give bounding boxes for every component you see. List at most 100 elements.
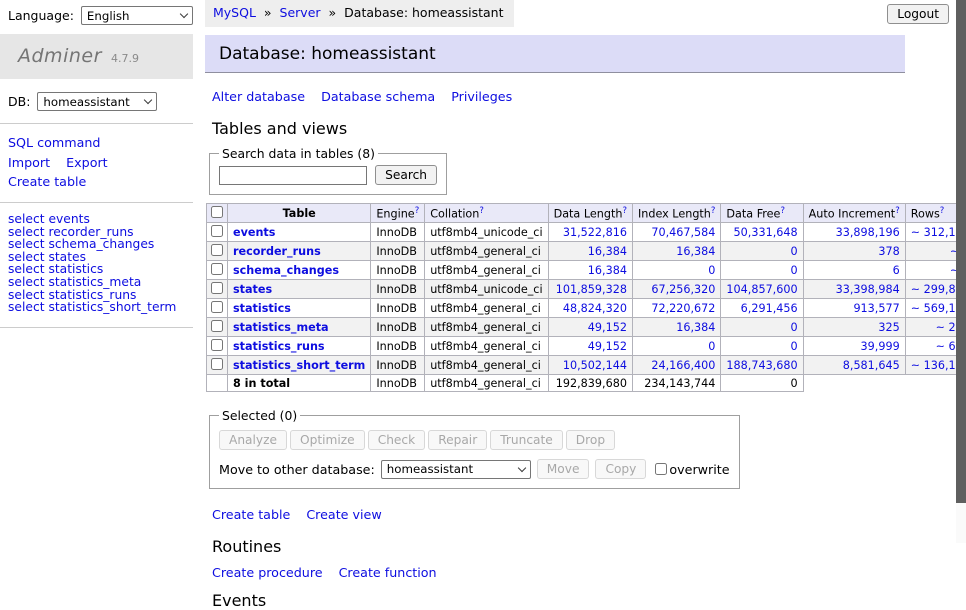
- row-checkbox-cell: [207, 280, 228, 299]
- link-create-procedure[interactable]: Create procedure: [212, 565, 323, 580]
- select-all-checkbox[interactable]: [211, 206, 223, 218]
- check-button[interactable]: Check: [368, 430, 426, 450]
- sidebar-link-select-statistics-meta[interactable]: select statistics_meta: [8, 276, 185, 289]
- data-length-link[interactable]: 101,859,328: [556, 283, 627, 296]
- totals-label-cell: 8 in total: [228, 375, 371, 392]
- column-hint-link[interactable]: ?: [622, 206, 627, 216]
- data-free-link[interactable]: 0: [790, 321, 797, 334]
- overwrite-checkbox[interactable]: [655, 463, 667, 475]
- data-free-link[interactable]: 104,857,600: [726, 283, 797, 296]
- truncate-button[interactable]: Truncate: [490, 430, 563, 450]
- breadcrumb-link-server[interactable]: Server: [280, 5, 321, 20]
- search-button[interactable]: Search: [375, 165, 437, 185]
- table-link-statistics[interactable]: statistics: [233, 302, 291, 315]
- row-checkbox[interactable]: [211, 225, 223, 237]
- table-link-statistics-runs[interactable]: statistics_runs: [233, 340, 325, 353]
- db-select[interactable]: homeassistant: [37, 92, 157, 111]
- table-link-states[interactable]: states: [233, 283, 272, 296]
- auto-increment-link[interactable]: 325: [878, 321, 899, 334]
- row-checkbox[interactable]: [211, 244, 223, 256]
- app-name: Adminer: [18, 45, 102, 67]
- column-hint-link[interactable]: ?: [479, 206, 484, 216]
- data-free-link[interactable]: 0: [790, 245, 797, 258]
- data-length-link[interactable]: 49,152: [588, 321, 627, 334]
- data-length-cell: 16,384: [548, 261, 632, 280]
- auto-increment-link[interactable]: 33,898,196: [836, 226, 900, 239]
- table-link-statistics-short-term[interactable]: statistics_short_term: [233, 359, 365, 372]
- auto-increment-link[interactable]: 39,999: [861, 340, 900, 353]
- analyze-button[interactable]: Analyze: [219, 430, 287, 450]
- row-checkbox[interactable]: [211, 263, 223, 275]
- sidebar-link-select-statistics-short-term[interactable]: select statistics_short_term: [8, 301, 185, 314]
- row-checkbox[interactable]: [211, 339, 223, 351]
- sidebar-action-import[interactable]: Import: [8, 153, 50, 173]
- auto-increment-link[interactable]: 8,581,645: [843, 359, 900, 372]
- sidebar-action-sql-command[interactable]: SQL command: [8, 133, 100, 153]
- column-hint-link[interactable]: ?: [780, 206, 785, 216]
- index-length-link[interactable]: 67,256,320: [651, 283, 715, 296]
- column-hint-link[interactable]: ?: [940, 206, 945, 216]
- data-free-link[interactable]: 0: [790, 264, 797, 277]
- sidebar-link-select-events[interactable]: select events: [8, 213, 185, 226]
- column-hint-link[interactable]: ?: [415, 206, 420, 216]
- search-input[interactable]: [219, 166, 367, 185]
- tables-overview-table: TableEngine?Collation?Data Length?Index …: [206, 203, 966, 392]
- data-length-link[interactable]: 16,384: [588, 245, 627, 258]
- data-length-link[interactable]: 49,152: [588, 340, 627, 353]
- scrollbar[interactable]: [956, 0, 966, 543]
- divider: [0, 327, 193, 328]
- optimize-button[interactable]: Optimize: [290, 430, 365, 450]
- column-hint-link[interactable]: ?: [711, 206, 716, 216]
- link-privileges[interactable]: Privileges: [451, 89, 512, 104]
- link-alter-database[interactable]: Alter database: [212, 89, 305, 104]
- table-link-recorder-runs[interactable]: recorder_runs: [233, 245, 321, 258]
- copy-button[interactable]: Copy: [595, 459, 646, 479]
- drop-button[interactable]: Drop: [566, 430, 615, 450]
- column-hint-link[interactable]: ?: [895, 206, 900, 216]
- data-length-cell: 31,522,816: [548, 223, 632, 242]
- row-checkbox[interactable]: [211, 358, 223, 370]
- index-length-link[interactable]: 16,384: [676, 321, 715, 334]
- table-link-schema-changes[interactable]: schema_changes: [233, 264, 339, 277]
- auto-increment-link[interactable]: 913,577: [853, 302, 899, 315]
- breadcrumb-link-mysql[interactable]: MySQL: [213, 5, 256, 20]
- table-link-statistics-meta[interactable]: statistics_meta: [233, 321, 329, 334]
- index-length-cell: 67,256,320: [632, 280, 720, 299]
- row-checkbox[interactable]: [211, 320, 223, 332]
- table-name-cell: statistics_short_term: [228, 356, 371, 375]
- data-length-link[interactable]: 48,824,320: [563, 302, 627, 315]
- data-length-link[interactable]: 16,384: [588, 264, 627, 277]
- data-free-link[interactable]: 6,291,456: [741, 302, 798, 315]
- collation-cell: utf8mb4_general_ci: [425, 261, 548, 280]
- link-create-function[interactable]: Create function: [339, 565, 437, 580]
- data-free-link[interactable]: 188,743,680: [726, 359, 797, 372]
- sidebar-action-create-table[interactable]: Create table: [8, 172, 86, 192]
- link-create-table[interactable]: Create table: [212, 507, 290, 522]
- auto-increment-link[interactable]: 6: [893, 264, 900, 277]
- scrollbar-thumb[interactable]: [956, 0, 966, 503]
- table-link-events[interactable]: events: [233, 226, 275, 239]
- data-length-link[interactable]: 31,522,816: [563, 226, 627, 239]
- data-free-link[interactable]: 50,331,648: [734, 226, 798, 239]
- row-checkbox[interactable]: [211, 282, 223, 294]
- auto-increment-link[interactable]: 378: [878, 245, 899, 258]
- auto-increment-link[interactable]: 33,398,984: [836, 283, 900, 296]
- language-select[interactable]: English: [81, 6, 193, 25]
- move-button[interactable]: Move: [537, 459, 590, 479]
- index-length-link[interactable]: 24,166,400: [651, 359, 715, 372]
- repair-button[interactable]: Repair: [428, 430, 487, 450]
- data-free-link[interactable]: 0: [790, 340, 797, 353]
- totals-row: 8 in totalInnoDButf8mb4_general_ci192,83…: [207, 375, 966, 392]
- index-length-link[interactable]: 70,467,584: [651, 226, 715, 239]
- index-length-link[interactable]: 16,384: [676, 245, 715, 258]
- data-length-link[interactable]: 10,502,144: [563, 359, 627, 372]
- sidebar-link-select-schema-changes[interactable]: select schema_changes: [8, 238, 185, 251]
- move-db-select[interactable]: homeassistant: [381, 460, 531, 479]
- index-length-link[interactable]: 0: [708, 340, 715, 353]
- row-checkbox[interactable]: [211, 301, 223, 313]
- link-database-schema[interactable]: Database schema: [321, 89, 435, 104]
- index-length-link[interactable]: 72,220,672: [651, 302, 715, 315]
- index-length-link[interactable]: 0: [708, 264, 715, 277]
- link-create-view[interactable]: Create view: [306, 507, 381, 522]
- sidebar-action-export[interactable]: Export: [66, 153, 108, 173]
